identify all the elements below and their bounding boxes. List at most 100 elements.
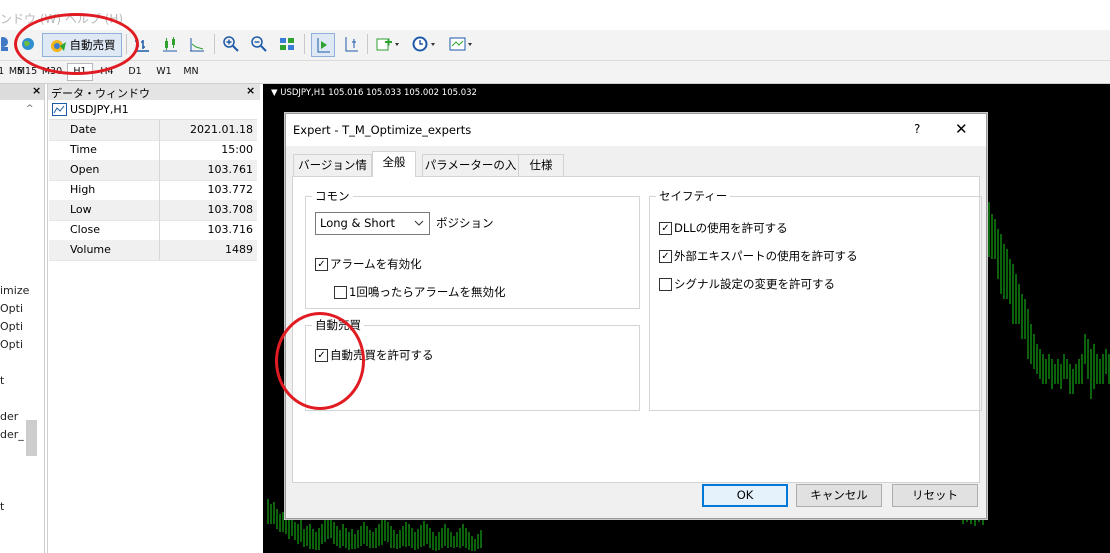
dialog-title: Expert - T_M_Optimize_experts: [293, 123, 472, 137]
alert-enable-label: アラームを有効化: [330, 257, 422, 271]
close-icon[interactable]: ×: [32, 84, 41, 97]
chevron-down-icon: [414, 220, 424, 226]
tab-version-info[interactable]: バージョン情報: [293, 154, 372, 193]
table-row: Time 15:00: [49, 140, 257, 161]
tab-specification[interactable]: 仕様: [518, 154, 564, 176]
allow-signal-label: シグナル設定の変更を許可する: [674, 277, 835, 291]
chart-icon: [52, 103, 67, 116]
indicators-icon[interactable]: [373, 33, 405, 55]
allow-external-checkbox[interactable]: ✓: [659, 250, 672, 263]
close-icon[interactable]: ×: [246, 84, 255, 97]
symbol-label: USDJPY,H1: [70, 103, 129, 116]
row-value: 103.716: [207, 223, 254, 236]
candlestick-icon[interactable]: [159, 33, 181, 55]
allow-dll-checkbox[interactable]: ✓: [659, 222, 672, 235]
dialog-titlebar: Expert - T_M_Optimize_experts ? ✕: [286, 114, 986, 146]
periodicity-icon[interactable]: [410, 33, 440, 55]
tab-general[interactable]: 全般: [372, 151, 416, 177]
autotrade-icon: [50, 40, 66, 52]
allow-autotrade-label: 自動売買を許可する: [330, 348, 434, 362]
autotrade-button[interactable]: 自動売買: [42, 33, 122, 57]
alert-once-checkbox[interactable]: [334, 286, 347, 299]
allow-autotrade-checkbox[interactable]: ✓: [315, 349, 328, 362]
autotrade-label: 自動売買: [69, 38, 116, 52]
cancel-button[interactable]: キャンセル: [796, 484, 882, 507]
row-label: Low: [70, 203, 92, 216]
close-icon[interactable]: ✕: [955, 120, 968, 138]
navigator-item[interactable]: der_: [0, 428, 24, 441]
row-label: Open: [70, 163, 100, 176]
table-row: High 103.772: [49, 180, 257, 201]
line-chart-icon[interactable]: [186, 33, 208, 55]
templates-icon[interactable]: [446, 33, 478, 55]
auto-scroll-icon[interactable]: [311, 33, 335, 57]
safety-group-label: セイフティー: [656, 188, 731, 204]
period-mn[interactable]: MN: [179, 64, 203, 80]
period-w1[interactable]: W1: [152, 64, 176, 80]
timeframe-bar: M1 M5 M15 M30 H1 H4 D1 W1 MN: [0, 61, 1110, 84]
expert-dialog: Expert - T_M_Optimize_experts ? ✕ バージョン情…: [285, 113, 987, 519]
common-group-label: コモン: [312, 188, 353, 204]
zoom-out-icon[interactable]: [248, 33, 270, 55]
data-window: データ・ウィンドウ × USDJPY,H1 Date 2021.01.18 Tim…: [47, 84, 260, 553]
data-window-title: データ・ウィンドウ: [51, 87, 150, 100]
help-icon[interactable]: ?: [914, 122, 920, 136]
period-h1[interactable]: H1: [67, 63, 93, 81]
toolbar: 自動売買: [0, 30, 1110, 61]
table-row: Open 103.761: [49, 160, 257, 181]
alert-enable-checkbox[interactable]: ✓: [315, 258, 328, 271]
period-d1[interactable]: D1: [124, 64, 146, 80]
row-value: 1489: [225, 243, 253, 256]
tile-windows-icon[interactable]: [276, 33, 298, 55]
row-value: 15:00: [221, 143, 253, 156]
navigator-item[interactable]: Opti: [0, 320, 23, 333]
row-label: Time: [70, 143, 97, 156]
table-row: Close 103.716: [49, 220, 257, 241]
row-label: Date: [70, 123, 97, 136]
navigator-item[interactable]: Opti: [0, 302, 23, 315]
table-row: Low 103.708: [49, 200, 257, 221]
navigator-item[interactable]: t: [0, 374, 4, 387]
navigator-scrollbar[interactable]: [26, 420, 37, 456]
chart-shift-icon[interactable]: [340, 33, 362, 55]
tab-panel-general: コモン Long & Short ポジション ✓ アラームを有効化 1回鳴ったら…: [292, 176, 982, 483]
row-label: Volume: [70, 243, 111, 256]
alert-once-label: 1回鳴ったらアラームを無効化: [349, 285, 506, 299]
symbol-row: USDJPY,H1: [49, 101, 257, 120]
row-value: 103.761: [207, 163, 254, 176]
reset-button[interactable]: リセット: [892, 484, 978, 507]
navigator-item[interactable]: der: [0, 410, 18, 423]
allow-external-label: 外部エキスパートの使用を許可する: [674, 249, 858, 263]
position-label: ポジション: [436, 216, 494, 230]
row-value: 103.772: [207, 183, 254, 196]
period-m15[interactable]: M15: [14, 64, 40, 80]
navigator-item[interactable]: imize: [0, 284, 29, 297]
toolbar-divider: [304, 34, 305, 54]
zoom-in-icon[interactable]: [220, 33, 242, 55]
period-h4[interactable]: H4: [95, 64, 119, 80]
toolbar-divider: [367, 34, 368, 54]
globe-icon[interactable]: [18, 33, 38, 55]
common-group: コモン Long & Short ポジション ✓ アラームを有効化 1回鳴ったら…: [305, 188, 640, 309]
position-select-value: Long & Short: [320, 216, 395, 230]
row-label: Close: [70, 223, 100, 236]
ok-button[interactable]: OK: [702, 484, 788, 507]
navigator-header: ×: [0, 84, 44, 100]
tab-parameters[interactable]: パラメーターの入力: [422, 154, 519, 193]
allow-dll-label: DLLの使用を許可する: [674, 221, 788, 235]
navigator-item[interactable]: Opti: [0, 338, 23, 351]
menu-text[interactable]: ンドウ (W) ヘルプ (H): [0, 10, 123, 27]
user-icon[interactable]: [0, 33, 14, 55]
scroll-up-icon[interactable]: ^: [26, 104, 34, 114]
safety-group: セイフティー ✓ DLLの使用を許可する ✓ 外部エキスパートの使用を許可する …: [649, 188, 982, 411]
position-select[interactable]: Long & Short: [315, 212, 430, 235]
bar-chart-icon[interactable]: [131, 33, 153, 55]
table-row: Date 2021.01.18: [49, 120, 257, 141]
menu-bar: ンドウ (W) ヘルプ (H): [0, 0, 1110, 30]
period-m30[interactable]: M30: [40, 64, 64, 80]
navigator-item[interactable]: t: [0, 500, 4, 513]
data-window-header: データ・ウィンドウ ×: [48, 84, 260, 100]
autotrade-group-label: 自動売買: [312, 317, 364, 333]
allow-signal-checkbox[interactable]: [659, 278, 672, 291]
toolbar-divider: [126, 34, 127, 54]
